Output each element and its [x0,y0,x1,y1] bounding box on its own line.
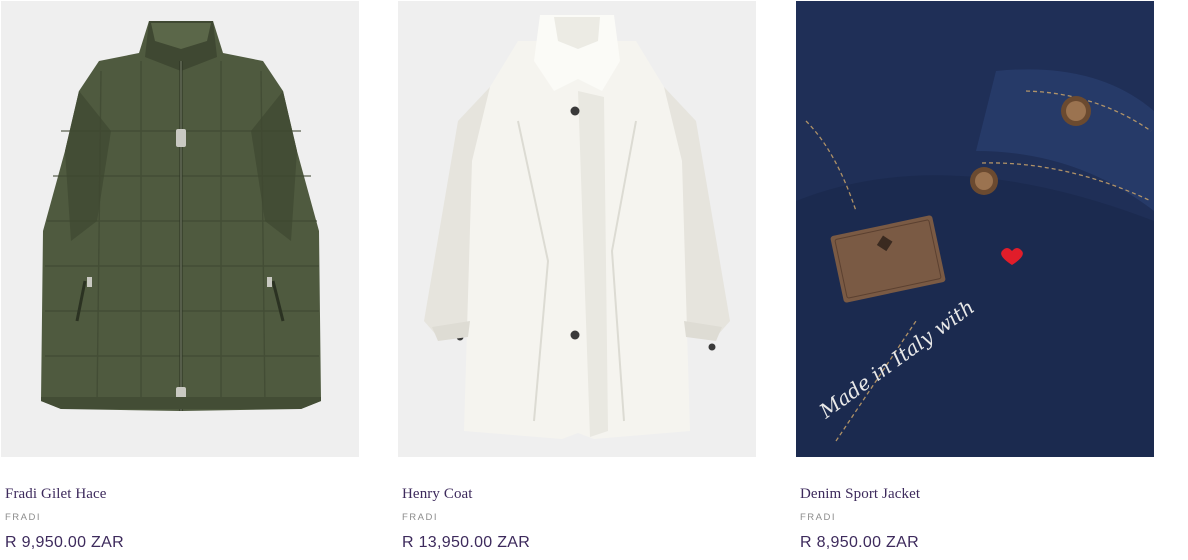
product-image-coat[interactable] [398,1,756,457]
product-name[interactable]: Denim Sport Jacket [800,486,920,503]
product-price: R 13,950.00 ZAR [402,534,531,551]
product-brand: FRADI [402,512,438,523]
product-price: R 8,950.00 ZAR [800,534,919,551]
product-image-gilet[interactable] [1,1,359,457]
product-name[interactable]: Fradi Gilet Hace [5,486,107,503]
product-card-henry-coat[interactable]: Henry Coat FRADI R 13,950.00 ZAR [398,0,756,560]
product-grid: Fradi Gilet Hace FRADI R 9,950.00 ZAR He… [0,0,1188,560]
product-name[interactable]: Henry Coat [402,486,473,503]
product-image-denim[interactable]: Made in Italy with [796,1,1154,457]
product-card-fradi-gilet-hace[interactable]: Fradi Gilet Hace FRADI R 9,950.00 ZAR [1,0,359,560]
product-price: R 9,950.00 ZAR [5,534,124,551]
product-brand: FRADI [800,512,836,523]
product-card-denim-sport-jacket[interactable]: Made in Italy with Denim Sport Jacket FR… [796,0,1154,560]
product-brand: FRADI [5,512,41,523]
